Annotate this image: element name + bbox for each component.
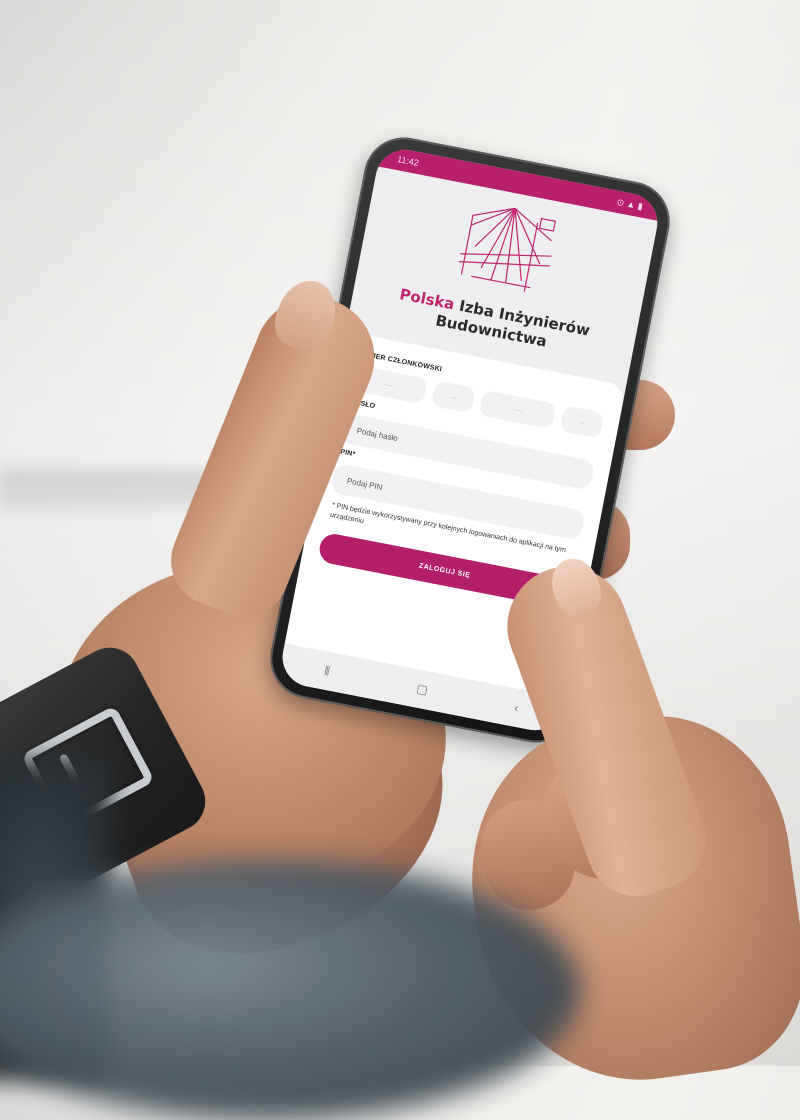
status-icons: ⊙ ▲ ▮ <box>615 196 644 212</box>
home-icon[interactable]: ▢ <box>415 681 429 697</box>
member-number-box-4[interactable]: ---- <box>559 405 605 439</box>
back-icon[interactable]: ‹ <box>513 701 520 716</box>
foreground-blur-shoulder <box>0 860 580 1120</box>
member-number-box-3[interactable]: ------- <box>478 389 557 430</box>
organization-accent-word: Polska <box>398 285 457 314</box>
bridge-logo-icon <box>458 207 557 292</box>
recent-apps-icon[interactable]: ⦀ <box>323 663 331 679</box>
status-time: 11:42 <box>396 154 420 169</box>
member-number-box-2[interactable]: ---- <box>430 380 476 414</box>
